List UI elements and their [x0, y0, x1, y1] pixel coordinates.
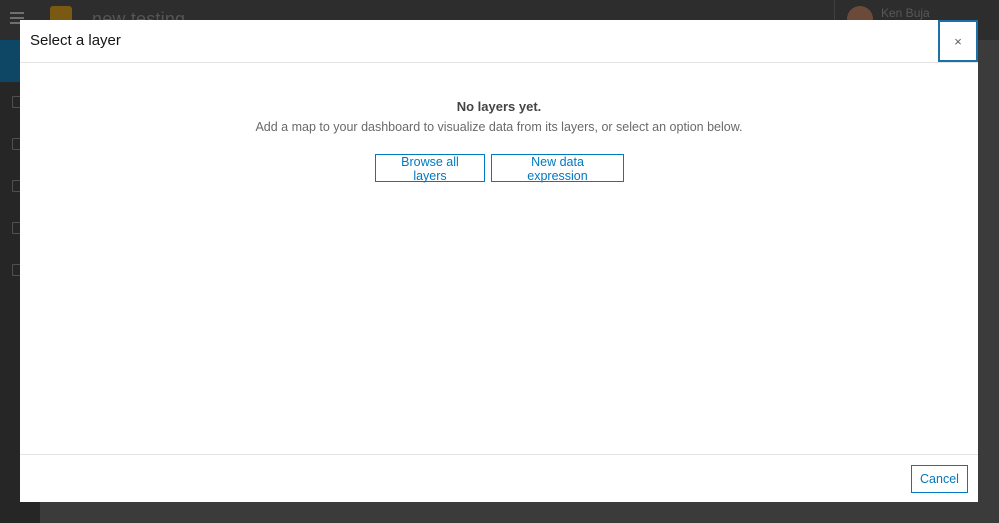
user-name: Ken Buja [881, 6, 930, 20]
new-data-expression-button[interactable]: New data expression [491, 154, 624, 183]
cancel-button[interactable]: Cancel [911, 465, 968, 493]
dialog-title: Select a layer [30, 32, 121, 49]
select-layer-dialog: Select a layer × No layers yet. Add a ma… [20, 20, 978, 502]
dialog-footer: Cancel [20, 454, 978, 502]
close-icon: × [954, 33, 962, 49]
dialog-header: Select a layer × [20, 20, 978, 63]
empty-state-heading: No layers yet. [456, 99, 542, 114]
dialog-body: No layers yet. Add a map to your dashboa… [20, 64, 978, 454]
close-button[interactable]: × [938, 20, 978, 62]
browse-all-layers-button[interactable]: Browse all layers [375, 154, 485, 183]
empty-state-description: Add a map to your dashboard to visualize… [255, 120, 743, 134]
